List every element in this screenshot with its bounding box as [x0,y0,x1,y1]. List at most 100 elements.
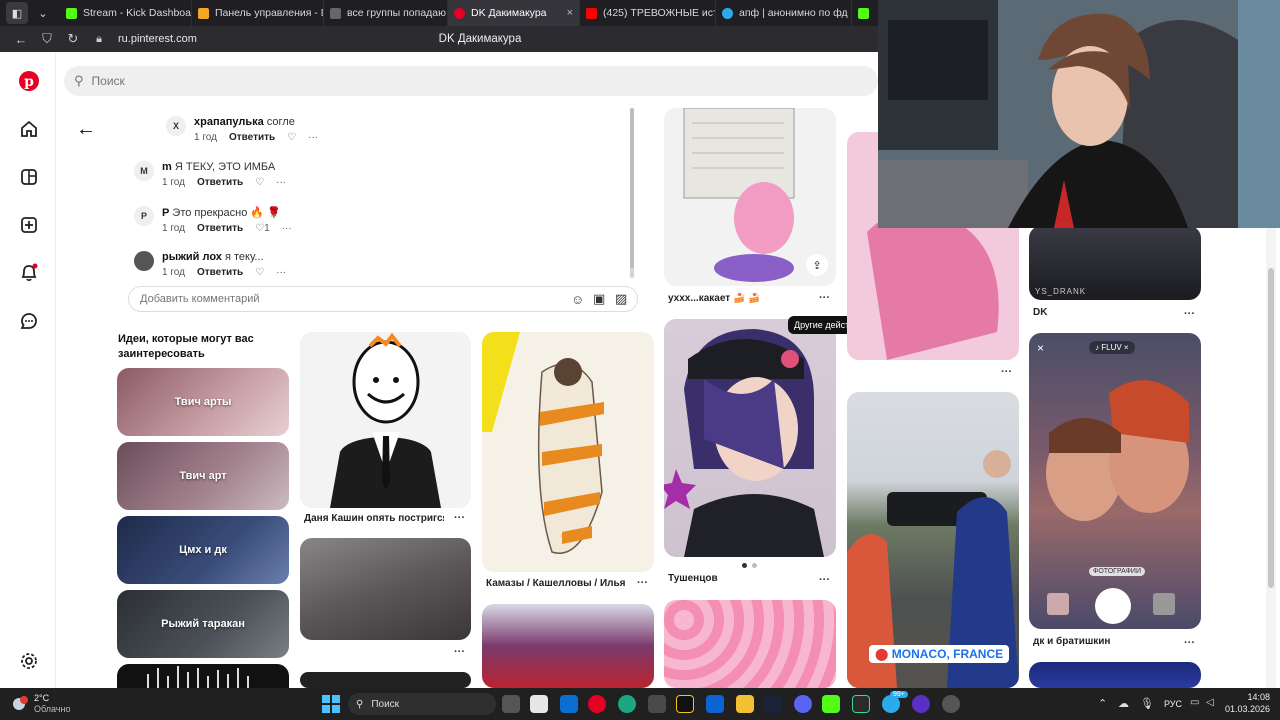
pin-monaco[interactable]: ⬤ MONACO, FRANCE [847,392,1019,688]
app-icon[interactable] [912,695,930,713]
more-options-icon[interactable]: ··· [1184,637,1195,649]
tab-pinterest-dk[interactable]: DK Дакимакура × [448,0,580,26]
more-icon[interactable]: ··· [276,267,286,278]
avatar[interactable]: Х [166,116,186,136]
tab-groups[interactable]: все группы попадаю× [324,0,448,26]
pin-shoes[interactable]: YS_DRANK [1029,226,1201,300]
carousel-dot[interactable] [752,563,757,568]
image-icon[interactable]: ▨ [615,291,627,307]
search-input[interactable]: ⚲ Поиск [64,66,878,96]
more-options-icon[interactable]: ··· [454,646,465,658]
more-options-icon[interactable]: ··· [819,292,830,304]
idea-card[interactable]: Твич арты [117,368,289,436]
app-icon[interactable] [676,695,694,713]
pin-caption[interactable]: DK [1033,307,1153,318]
tab-donation-panel[interactable]: Панель управления - Don [192,0,324,26]
close-icon[interactable]: × [561,7,573,19]
tab-kick-dashboard[interactable]: Stream - Kick Dashboard [60,0,192,26]
create-icon[interactable] [18,214,40,236]
more-icon[interactable]: ··· [282,223,292,234]
pin-caption[interactable]: Камазы / Кашелловы / Илья... [486,578,626,589]
microphone-icon[interactable]: 🎙︎ [1140,697,1154,710]
pin-kamazy[interactable] [482,332,654,572]
tab-kick-extra[interactable] [852,0,872,26]
pin-tushentsov[interactable] [664,319,836,557]
share-icon[interactable]: ⇪ [806,254,828,276]
pin-caption[interactable]: Тушенцов [668,573,808,584]
app-icon[interactable] [530,695,548,713]
avatar[interactable]: M [134,161,154,181]
pin-dasha[interactable] [300,332,471,508]
volume-icon[interactable]: ◁ [1206,697,1214,708]
window-menu-icon[interactable]: ◧ [6,2,28,24]
pinterest-logo-icon[interactable]: p [18,70,40,92]
more-options-icon[interactable]: ··· [1001,366,1012,378]
clock-date[interactable]: 01.03.2026 [1220,704,1270,714]
url-text[interactable]: ru.pinterest.com [118,33,197,45]
pin-blue[interactable] [1029,662,1201,688]
tab-youtube[interactable]: (425) ТРЕВОЖНЫЕ истор× [580,0,716,26]
idea-card[interactable]: Твич арт [117,442,289,510]
network-icon[interactable]: ▭ [1190,697,1199,708]
back-button[interactable]: ← [76,118,96,141]
lock-icon[interactable]: 🔒︎ [86,33,112,46]
discord-icon[interactable] [794,695,812,713]
more-options-icon[interactable]: ··· [637,577,648,589]
pin-dark[interactable] [300,672,471,688]
pin-caption[interactable]: дк и братишкин [1033,636,1173,647]
more-options-icon[interactable]: ··· [1184,308,1195,320]
comment-author[interactable]: храпапулька [194,116,264,128]
emoji-icon[interactable]: ☺ [571,292,584,307]
comment-author[interactable]: рыжий лох [162,251,222,263]
close-icon[interactable]: × [1037,341,1044,355]
weather-icon[interactable] [10,694,30,714]
heart-icon[interactable]: ♡ [255,177,264,188]
edge-icon[interactable] [618,695,636,713]
shield-icon[interactable]: ⛉ [34,31,60,47]
app-icon[interactable] [852,695,870,713]
obs-icon[interactable] [942,695,960,713]
more-options-icon[interactable]: ··· [454,512,465,524]
chevron-down-icon[interactable]: ⌄ [32,2,54,24]
pin-yxxx[interactable]: ⇪ [664,108,836,286]
reply-button[interactable]: Ответить [197,267,243,278]
idea-card[interactable]: Цмх и дк [117,516,289,584]
idea-card[interactable] [117,664,289,688]
app-icon[interactable] [560,695,578,713]
language-indicator[interactable]: РУС [1164,699,1182,709]
tab-telegram[interactable]: апф | анонимно по фд [716,0,852,26]
taskbar-search[interactable]: ⚲ Поиск [348,693,496,715]
back-arrow-icon[interactable]: ← [8,32,34,47]
mail-icon[interactable] [706,695,724,713]
reply-button[interactable]: Ответить [197,223,243,234]
pin-caption[interactable]: уххх...какает 🍰 🍰 [668,293,808,304]
windows-start-icon[interactable] [322,695,340,713]
pin-caption[interactable]: Даня Кашин опять постригся.... [304,513,444,524]
steam-icon[interactable] [764,695,782,713]
sticker-icon[interactable]: ▣ [593,291,605,307]
comments-scrollbar[interactable] [630,108,634,278]
messages-icon[interactable] [18,310,40,332]
cloud-icon[interactable]: ☁ [1118,697,1129,710]
pin-devil[interactable] [482,604,654,688]
comment-author[interactable]: m [162,161,172,173]
avatar[interactable]: P [134,206,154,226]
more-icon[interactable]: ··· [276,177,286,188]
heart-icon[interactable]: ♡ [255,267,264,278]
more-options-icon[interactable]: ··· [819,574,830,586]
yandex-browser-icon[interactable] [588,695,606,713]
carousel-dot[interactable] [742,563,747,568]
add-comment-field[interactable]: Добавить комментарий ☺ ▣ ▨ [128,286,638,312]
boards-icon[interactable] [18,166,40,188]
pin-dk-brat[interactable]: × ♪ FLUV × ФОТОГРАФИИ [1029,333,1201,629]
task-view-icon[interactable] [502,695,520,713]
settings-gear-icon[interactable] [18,650,40,672]
reply-button[interactable]: Ответить [197,177,243,188]
home-icon[interactable] [18,118,40,140]
comment-author[interactable]: Р [162,207,169,219]
notifications-bell-icon[interactable] [18,262,40,284]
page-scrollbar[interactable] [1266,228,1276,688]
reply-button[interactable]: Ответить [229,132,275,143]
chevron-up-icon[interactable]: ⌃ [1098,697,1107,710]
folder-icon[interactable] [736,695,754,713]
